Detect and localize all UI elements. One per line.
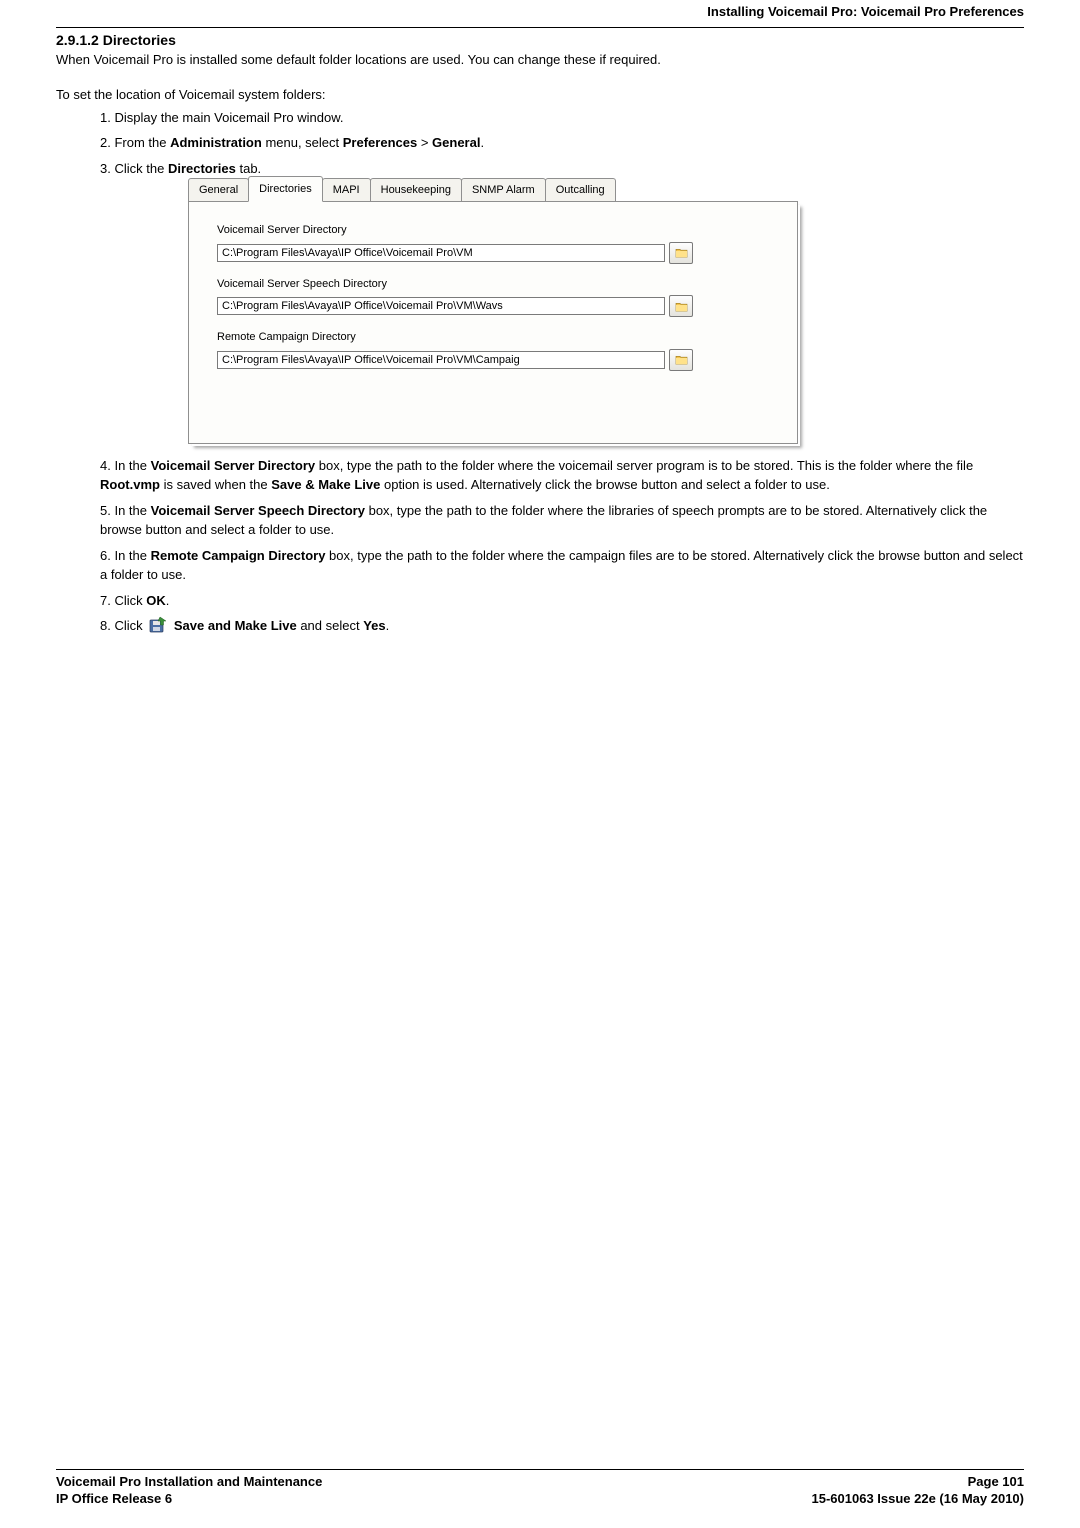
folder-icon (675, 354, 688, 365)
step-1-num: 1. (100, 110, 111, 125)
tab-general[interactable]: General (188, 178, 249, 203)
dialog-tabstrip: General Directories MAPI Housekeeping SN… (188, 180, 1024, 202)
step-3: 3. Click the Directories tab. General Di… (100, 159, 1024, 444)
step-7-num: 7. (100, 593, 111, 608)
step-2-post: . (480, 135, 484, 150)
step-2-admin: Administration (170, 135, 262, 150)
step-2: 2. From the Administration menu, select … (100, 133, 1024, 153)
step-3-post: tab. (236, 161, 261, 176)
step-3-pre: Click the (114, 161, 167, 176)
step-8: 8. Click Save and Make Live and select Y… (100, 616, 1024, 636)
dialog-panel: Voicemail Server Directory Voicemail Ser… (188, 201, 798, 444)
browse-button-rcd[interactable] (669, 349, 693, 371)
step-2-pref: Preferences (343, 135, 417, 150)
step-8-pre: Click (114, 618, 146, 633)
step-7: 7. Click OK. (100, 591, 1024, 611)
step-6-boxname: Remote Campaign Directory (151, 548, 326, 563)
step-7-pre: Click (114, 593, 146, 608)
step-4-boxname: Voicemail Server Directory (151, 458, 316, 473)
step-2-mid: menu, select (262, 135, 343, 150)
label-voicemail-server-dir: Voicemail Server Directory (217, 222, 779, 239)
step-4: 4. In the Voicemail Server Directory box… (100, 456, 1024, 495)
step-1-text: Display the main Voicemail Pro window. (114, 110, 343, 125)
footer-right-1: Page 101 (968, 1473, 1024, 1491)
step-8-mid: and select (297, 618, 364, 633)
step-5-num: 5. (100, 503, 111, 518)
browse-button-vssd[interactable] (669, 295, 693, 317)
input-voicemail-server-dir[interactable] (217, 244, 665, 262)
step-3-tab: Directories (168, 161, 236, 176)
step-7-post: . (166, 593, 170, 608)
section-heading: 2.9.1.2 Directories (56, 32, 1024, 48)
browse-button-vsd[interactable] (669, 242, 693, 264)
step-8-yes: Yes (363, 618, 385, 633)
field-voicemail-server-speech-dir: Voicemail Server Speech Directory (217, 276, 779, 318)
tab-outcalling[interactable]: Outcalling (545, 178, 616, 203)
step-8-save: Save and Make Live (174, 618, 297, 633)
step-7-ok: OK (146, 593, 166, 608)
footer-right-2: 15-601063 Issue 22e (16 May 2010) (812, 1490, 1025, 1508)
step-4-post: option is used. Alternatively click the … (380, 477, 829, 492)
step-5-pre: In the (114, 503, 150, 518)
step-4-save: Save & Make Live (271, 477, 380, 492)
page-footer: Voicemail Pro Installation and Maintenan… (56, 1469, 1024, 1508)
step-6: 6. In the Remote Campaign Directory box,… (100, 546, 1024, 585)
step-4-mid2: is saved when the (160, 477, 271, 492)
input-remote-campaign-dir[interactable] (217, 351, 665, 369)
header-rule (56, 27, 1024, 28)
step-2-num: 2. (100, 135, 111, 150)
step-5-boxname: Voicemail Server Speech Directory (151, 503, 365, 518)
label-remote-campaign-dir: Remote Campaign Directory (217, 329, 779, 346)
step-4-mid1: box, type the path to the folder where t… (315, 458, 973, 473)
step-4-file: Root.vmp (100, 477, 160, 492)
section-number: 2.9.1.2 (56, 32, 99, 48)
step-1: 1. Display the main Voicemail Pro window… (100, 108, 1024, 128)
header-breadcrumb: Installing Voicemail Pro: Voicemail Pro … (56, 0, 1024, 21)
field-remote-campaign-dir: Remote Campaign Directory (217, 329, 779, 371)
step-3-num: 3. (100, 161, 111, 176)
footer-rule (56, 1469, 1024, 1470)
step-4-num: 4. (100, 458, 111, 473)
step-6-num: 6. (100, 548, 111, 563)
folder-icon (675, 301, 688, 312)
label-voicemail-server-speech-dir: Voicemail Server Speech Directory (217, 276, 779, 293)
folder-icon (675, 247, 688, 258)
step-2-gt: > (417, 135, 432, 150)
tab-snmp-alarm[interactable]: SNMP Alarm (461, 178, 546, 203)
step-4-pre: In the (114, 458, 150, 473)
section-title-text: Directories (103, 32, 176, 48)
save-make-live-icon (148, 616, 168, 634)
tab-housekeeping[interactable]: Housekeeping (370, 178, 462, 203)
step-8-num: 8. (100, 618, 111, 633)
step-5: 5. In the Voicemail Server Speech Direct… (100, 501, 1024, 540)
tab-directories[interactable]: Directories (248, 176, 323, 203)
section-subhead: To set the location of Voicemail system … (56, 87, 1024, 102)
step-8-post: . (386, 618, 390, 633)
dialog-screenshot: General Directories MAPI Housekeeping SN… (188, 180, 1024, 444)
footer-left-2: IP Office Release 6 (56, 1490, 172, 1508)
step-2-pre: From the (114, 135, 170, 150)
input-voicemail-server-speech-dir[interactable] (217, 297, 665, 315)
footer-left-1: Voicemail Pro Installation and Maintenan… (56, 1473, 322, 1491)
section-intro: When Voicemail Pro is installed some def… (56, 51, 1024, 69)
step-6-pre: In the (114, 548, 150, 563)
tab-mapi[interactable]: MAPI (322, 178, 371, 203)
field-voicemail-server-dir: Voicemail Server Directory (217, 222, 779, 264)
step-2-gen: General (432, 135, 480, 150)
